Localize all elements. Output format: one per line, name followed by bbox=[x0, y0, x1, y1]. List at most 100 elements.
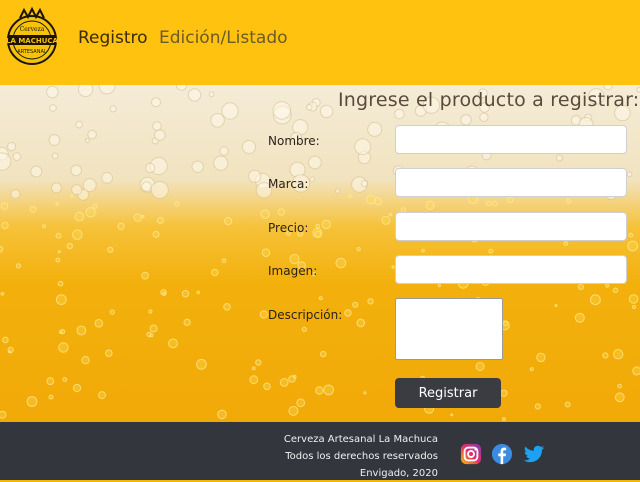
bubble bbox=[208, 91, 215, 98]
bubble bbox=[15, 263, 22, 269]
bubble bbox=[58, 342, 69, 353]
logo-text-bottom: ARTESANAL bbox=[17, 49, 47, 55]
bubble bbox=[55, 257, 61, 263]
twitter-icon[interactable] bbox=[523, 443, 545, 465]
nombre-input[interactable] bbox=[395, 125, 627, 154]
precio-input[interactable] bbox=[395, 212, 627, 241]
bubble bbox=[292, 374, 297, 379]
bubble bbox=[0, 245, 4, 253]
footer-company: Cerveza Artesanal La Machuca bbox=[283, 434, 438, 445]
bubble bbox=[55, 232, 62, 239]
instagram-icon[interactable] bbox=[460, 443, 482, 465]
registrar-button[interactable]: Registrar bbox=[395, 378, 501, 408]
bubble bbox=[41, 224, 46, 229]
bubble bbox=[30, 165, 43, 178]
bubble bbox=[133, 213, 142, 222]
bubble bbox=[187, 88, 202, 102]
bubble bbox=[272, 101, 292, 120]
bubble bbox=[529, 367, 534, 372]
bubble bbox=[536, 352, 546, 363]
bubble bbox=[366, 194, 377, 205]
bubble bbox=[2, 336, 9, 344]
bubble bbox=[534, 403, 541, 410]
imagen-input[interactable] bbox=[395, 255, 627, 284]
marca-input[interactable] bbox=[395, 168, 627, 197]
bubble bbox=[10, 189, 21, 200]
logo-text-main: LA MACHUCA bbox=[6, 37, 59, 45]
bubble bbox=[318, 296, 323, 301]
bubble bbox=[94, 319, 104, 328]
precio-label: Precio: bbox=[268, 221, 309, 235]
footer-location: Envigado, 2020 bbox=[359, 468, 438, 479]
bubble bbox=[308, 155, 322, 170]
bubble bbox=[151, 97, 161, 108]
bubble bbox=[196, 358, 207, 370]
nav-edicion-listado-link[interactable]: Edición/Listado bbox=[159, 28, 288, 48]
bubble bbox=[221, 258, 227, 264]
bubble bbox=[450, 413, 454, 417]
bubble bbox=[109, 105, 117, 113]
bubble bbox=[51, 182, 62, 194]
bubble bbox=[154, 129, 166, 142]
bubble bbox=[617, 383, 622, 389]
bubble bbox=[141, 271, 150, 280]
bubble bbox=[479, 112, 489, 122]
bubble bbox=[260, 209, 270, 219]
bubble bbox=[255, 359, 262, 366]
bubble bbox=[628, 232, 634, 238]
bubble bbox=[57, 280, 64, 287]
bubble bbox=[8, 350, 12, 354]
bubble bbox=[605, 283, 610, 288]
bubble bbox=[70, 164, 82, 177]
bubble bbox=[249, 375, 259, 385]
bubble bbox=[173, 201, 180, 207]
bubble bbox=[314, 230, 322, 239]
bubble bbox=[501, 417, 506, 422]
bubble bbox=[224, 217, 233, 226]
bubble bbox=[148, 309, 153, 314]
bubble bbox=[360, 179, 369, 188]
bubble bbox=[289, 254, 300, 265]
bubble bbox=[602, 352, 609, 359]
bubble bbox=[251, 366, 256, 371]
bubble bbox=[460, 114, 472, 126]
bubble bbox=[98, 391, 106, 400]
bubble bbox=[60, 329, 66, 335]
bubble bbox=[259, 310, 268, 319]
bubble bbox=[277, 208, 285, 216]
bubble bbox=[356, 247, 361, 252]
bubble bbox=[48, 134, 61, 146]
bubble bbox=[486, 200, 492, 207]
bubble bbox=[26, 396, 38, 407]
nav-registro-link[interactable]: Registro bbox=[78, 28, 148, 48]
bubble bbox=[92, 203, 98, 209]
bubble bbox=[344, 309, 352, 317]
bubble bbox=[107, 246, 114, 253]
bubble bbox=[76, 325, 87, 336]
bubble bbox=[421, 248, 425, 253]
bubble bbox=[55, 202, 60, 206]
bubble bbox=[168, 338, 178, 349]
bubble bbox=[391, 265, 395, 269]
bubble bbox=[191, 160, 204, 174]
bubble bbox=[425, 200, 435, 210]
bubble bbox=[221, 102, 239, 120]
bubble bbox=[627, 240, 639, 252]
bubble bbox=[320, 350, 327, 358]
facebook-icon[interactable] bbox=[491, 443, 513, 465]
bubble bbox=[296, 398, 306, 408]
brewery-logo-icon[interactable]: Cerveza LA MACHUCA ARTESANAL bbox=[4, 6, 60, 70]
bubble bbox=[352, 301, 359, 308]
bubble bbox=[105, 349, 113, 358]
bubble bbox=[628, 294, 639, 304]
bubble bbox=[305, 104, 313, 111]
bubble bbox=[0, 202, 9, 210]
bubble bbox=[0, 291, 5, 296]
bubble bbox=[141, 181, 152, 192]
bubble bbox=[77, 85, 94, 97]
bubble bbox=[46, 85, 59, 99]
bubble bbox=[319, 104, 334, 119]
bubble bbox=[613, 349, 624, 360]
bubble bbox=[196, 290, 201, 295]
descripcion-textarea[interactable] bbox=[395, 298, 503, 360]
